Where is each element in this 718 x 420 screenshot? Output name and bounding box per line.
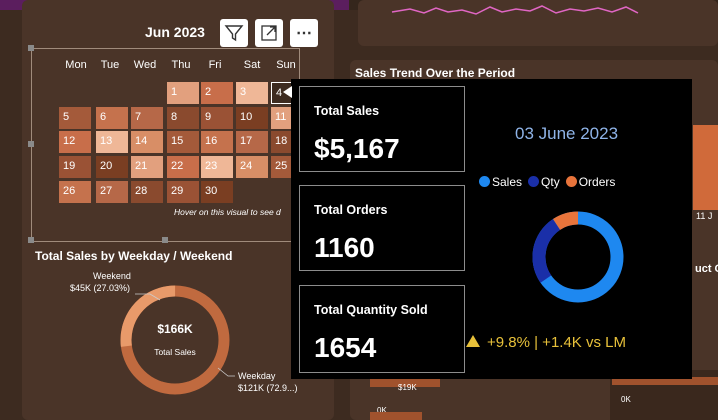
total-sales-label: Total Sales bbox=[314, 104, 380, 118]
weekday-weekend-title: Total Sales by Weekday / Weekend bbox=[35, 249, 233, 263]
resize-handle-bottom[interactable] bbox=[162, 237, 168, 243]
calendar-day-2[interactable]: 2 bbox=[201, 82, 233, 104]
calendar-day-3[interactable]: 3 bbox=[236, 82, 268, 104]
calendar-day-6[interactable]: 6 bbox=[96, 107, 128, 129]
tooltip-pointer bbox=[283, 86, 292, 98]
calendar-day-23[interactable]: 23 bbox=[201, 156, 233, 178]
calendar-day-29[interactable]: 29 bbox=[167, 181, 199, 203]
donut-center-value: $166K bbox=[157, 322, 193, 336]
warning-triangle-icon bbox=[466, 335, 480, 347]
qty-dot-icon bbox=[528, 176, 540, 187]
calendar-day-22[interactable]: 22 bbox=[167, 156, 199, 178]
sales-dot-icon bbox=[479, 176, 490, 187]
total-orders-value: 1160 bbox=[314, 232, 375, 263]
total-orders-card: Total Orders 1160 bbox=[299, 185, 465, 271]
resize-handle-left[interactable] bbox=[28, 141, 34, 147]
weekday-header-mon: Mon bbox=[65, 59, 87, 71]
more-options-button[interactable]: ⋯ bbox=[290, 19, 318, 47]
more-options-icon: ⋯ bbox=[296, 25, 312, 42]
sales-trend-line-fragment bbox=[391, 5, 639, 15]
weekday-header-sun: Sun bbox=[276, 59, 296, 71]
focus-mode-icon bbox=[261, 25, 277, 41]
total-orders-label: Total Orders bbox=[314, 203, 388, 217]
legend-item-orders: Orders bbox=[565, 175, 615, 189]
date-tooltip: Total Sales $5,167 Total Orders 1160 Tot… bbox=[291, 79, 692, 379]
calendar-day-9[interactable]: 9 bbox=[201, 107, 233, 129]
calendar-day-26[interactable]: 26 bbox=[59, 181, 91, 203]
sales-trend-title: Sales Trend Over the Period bbox=[355, 66, 516, 80]
bottom-bar-value: $19K bbox=[398, 383, 417, 392]
calendar-day-17[interactable]: 17 bbox=[236, 131, 268, 153]
calendar-hover-note: Hover on this visual to see d bbox=[174, 207, 281, 217]
bottom-axis-right: 0K bbox=[621, 395, 631, 404]
legend-item-sales: Sales bbox=[479, 175, 522, 189]
total-sales-card: Total Sales $5,167 bbox=[299, 86, 465, 172]
calendar-day-20[interactable]: 20 bbox=[96, 156, 128, 178]
calendar-day-1[interactable]: 1 bbox=[167, 82, 199, 104]
resize-handle-bl[interactable] bbox=[28, 237, 34, 243]
calendar-day-27[interactable]: 27 bbox=[96, 181, 128, 203]
filter-icon bbox=[224, 25, 244, 42]
weekday-header-wed: Wed bbox=[133, 59, 157, 71]
product-chart-title-fragment: uct C bbox=[695, 263, 718, 275]
calendar-day-21[interactable]: 21 bbox=[131, 156, 163, 178]
total-sales-value: $5,167 bbox=[314, 133, 400, 164]
calendar-day-15[interactable]: 15 bbox=[167, 131, 199, 153]
trend-bar-fragment bbox=[693, 125, 718, 210]
calendar-day-19[interactable]: 19 bbox=[59, 156, 91, 178]
calendar-day-5[interactable]: 5 bbox=[59, 107, 91, 129]
calendar-day-30[interactable]: 30 bbox=[201, 181, 233, 203]
calendar-day-8[interactable]: 8 bbox=[167, 107, 199, 129]
resize-handle-tl[interactable] bbox=[28, 45, 34, 51]
tooltip-legend: Sales Qty Orders bbox=[479, 175, 615, 189]
weekday-header-tue: Tue bbox=[100, 59, 120, 71]
calendar-day-14[interactable]: 14 bbox=[131, 131, 163, 153]
weekday-header-thu: Thu bbox=[171, 59, 191, 71]
bottom-bar-2[interactable] bbox=[370, 412, 422, 420]
filter-button[interactable] bbox=[220, 19, 248, 47]
calendar-day-24[interactable]: 24 bbox=[236, 156, 268, 178]
total-quantity-card: Total Quantity Sold 1654 bbox=[299, 285, 465, 373]
legend-item-qty: Qty bbox=[528, 175, 560, 189]
tooltip-date: 03 June 2023 bbox=[515, 124, 619, 143]
donut-center-label: Total Sales bbox=[154, 347, 196, 357]
total-quantity-label: Total Quantity Sold bbox=[314, 303, 428, 317]
trend-text: +9.8% | +1.4K vs LM bbox=[487, 334, 626, 351]
calendar-day-12[interactable]: 12 bbox=[59, 131, 91, 153]
tooltip-trend: +9.8% | +1.4K vs LM bbox=[465, 334, 626, 351]
calendar-day-13[interactable]: 13 bbox=[96, 131, 128, 153]
calendar-month-title: Jun 2023 bbox=[145, 24, 205, 40]
donut-leader-lines bbox=[135, 293, 235, 377]
weekday-header-sat: Sat bbox=[243, 59, 261, 71]
calendar-day-28[interactable]: 28 bbox=[131, 181, 163, 203]
calendar-day-16[interactable]: 16 bbox=[201, 131, 233, 153]
trend-axis-label: 11 J bbox=[696, 211, 713, 221]
tooltip-donut bbox=[532, 211, 624, 303]
total-quantity-value: 1654 bbox=[314, 332, 377, 363]
orders-dot-icon bbox=[565, 176, 577, 187]
calendar-day-7[interactable]: 7 bbox=[131, 107, 163, 129]
focus-mode-button[interactable] bbox=[255, 19, 283, 47]
weekday-header-fri: Fri bbox=[208, 59, 222, 71]
calendar-day-10[interactable]: 10 bbox=[236, 107, 268, 129]
